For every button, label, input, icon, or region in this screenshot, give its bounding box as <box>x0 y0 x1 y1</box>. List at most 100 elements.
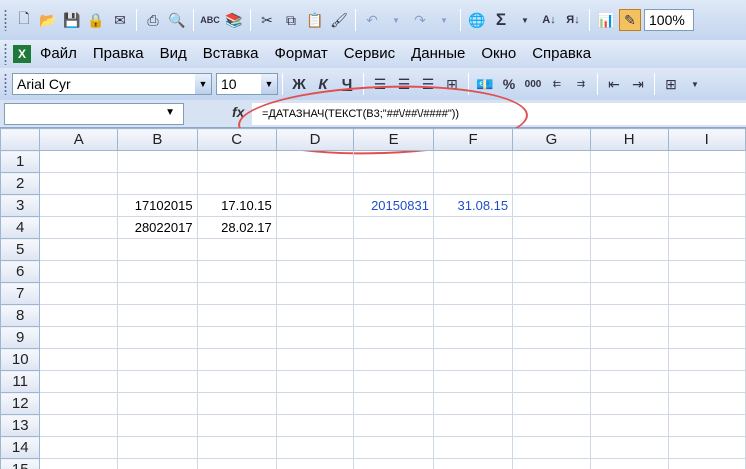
cell-a3[interactable] <box>39 194 119 217</box>
cell-f7[interactable] <box>432 282 514 305</box>
cell-e7[interactable] <box>353 282 434 305</box>
row-header[interactable]: 14 <box>0 436 41 459</box>
cell-e15[interactable] <box>353 458 434 469</box>
cell-e14[interactable] <box>353 436 434 459</box>
column-header[interactable]: C <box>196 128 277 151</box>
cell-f3[interactable]: 31.08.15 <box>432 194 514 217</box>
percent-button[interactable]: % <box>498 73 520 95</box>
cell-b3[interactable]: 17102015 <box>117 194 198 217</box>
column-header[interactable]: I <box>667 128 746 151</box>
menu-view[interactable]: Вид <box>152 40 195 68</box>
cell-a5[interactable] <box>39 238 119 261</box>
cell-e6[interactable] <box>353 260 434 283</box>
row-header[interactable]: 4 <box>0 216 41 239</box>
cell-i2[interactable] <box>667 172 746 195</box>
cell-d4[interactable] <box>275 216 355 239</box>
cell-g5[interactable] <box>512 238 591 261</box>
cell-e11[interactable] <box>353 370 434 393</box>
cell-b14[interactable] <box>117 436 198 459</box>
cell-d3[interactable] <box>275 194 355 217</box>
cell-g13[interactable] <box>512 414 591 437</box>
cell-a11[interactable] <box>39 370 119 393</box>
cell-h14[interactable] <box>589 436 669 459</box>
cell-h7[interactable] <box>589 282 669 305</box>
cell-h1[interactable] <box>589 150 669 173</box>
cell-c11[interactable] <box>196 370 277 393</box>
cell-f12[interactable] <box>432 392 514 415</box>
cell-h8[interactable] <box>589 304 669 327</box>
row-header[interactable]: 9 <box>0 326 41 349</box>
cell-a7[interactable] <box>39 282 119 305</box>
format-painter-icon[interactable]: 🖌 <box>328 9 350 31</box>
cell-e12[interactable] <box>353 392 434 415</box>
merge-center-icon[interactable]: ⊞ <box>441 73 463 95</box>
cell-i3[interactable] <box>667 194 746 217</box>
cell-a15[interactable] <box>39 458 119 469</box>
print-preview-icon[interactable]: 🔍 <box>166 9 188 31</box>
row-header[interactable]: 8 <box>0 304 41 327</box>
decrease-decimal-icon[interactable]: ⇉ <box>570 73 592 95</box>
cell-f15[interactable] <box>432 458 514 469</box>
row-header[interactable]: 3 <box>0 194 41 217</box>
email-icon[interactable]: ✉ <box>109 9 131 31</box>
toolbar-grip[interactable] <box>4 9 7 31</box>
sort-ascending-icon[interactable]: A↓ <box>538 9 560 31</box>
cell-e4[interactable] <box>353 216 434 239</box>
research-icon[interactable]: 📚 <box>223 9 245 31</box>
row-header[interactable]: 1 <box>0 150 41 173</box>
excel-app-icon[interactable]: X <box>13 45 31 63</box>
cell-b11[interactable] <box>117 370 198 393</box>
cell-e3[interactable]: 20150831 <box>353 194 434 217</box>
cell-b9[interactable] <box>117 326 198 349</box>
cell-d14[interactable] <box>275 436 355 459</box>
cell-f1[interactable] <box>432 150 514 173</box>
cell-a8[interactable] <box>39 304 119 327</box>
increase-indent-icon[interactable]: ⇥ <box>627 73 649 95</box>
cell-c14[interactable] <box>196 436 277 459</box>
cell-g15[interactable] <box>512 458 591 469</box>
formula-input[interactable]: =ДАТАЗНАЧ(ТЕКСТ(B3;"##\/##\/####")) <box>252 103 746 125</box>
cell-i1[interactable] <box>667 150 746 173</box>
undo-icon[interactable]: ↶ <box>361 9 383 31</box>
cell-d9[interactable] <box>275 326 355 349</box>
cell-a4[interactable] <box>39 216 119 239</box>
align-left-icon[interactable]: ☰ <box>369 73 391 95</box>
cell-c1[interactable] <box>196 150 277 173</box>
cell-b10[interactable] <box>117 348 198 371</box>
cell-d5[interactable] <box>275 238 355 261</box>
cell-b1[interactable] <box>117 150 198 173</box>
decrease-indent-icon[interactable]: ⇤ <box>603 73 625 95</box>
copy-icon[interactable]: ⧉ <box>280 9 302 31</box>
cell-i7[interactable] <box>667 282 746 305</box>
cell-d1[interactable] <box>275 150 355 173</box>
align-right-icon[interactable]: ☰ <box>417 73 439 95</box>
cell-f10[interactable] <box>432 348 514 371</box>
column-header[interactable]: A <box>39 128 119 151</box>
row-header[interactable]: 5 <box>0 238 41 261</box>
cell-a12[interactable] <box>39 392 119 415</box>
menu-tools[interactable]: Сервис <box>336 40 403 68</box>
cell-h12[interactable] <box>589 392 669 415</box>
cell-f14[interactable] <box>432 436 514 459</box>
cell-e8[interactable] <box>353 304 434 327</box>
cell-b8[interactable] <box>117 304 198 327</box>
chart-wizard-icon[interactable]: 📊 <box>595 9 617 31</box>
cell-f5[interactable] <box>432 238 514 261</box>
increase-decimal-icon[interactable]: ⇇ <box>546 73 568 95</box>
column-header[interactable]: F <box>432 128 514 151</box>
column-header[interactable]: E <box>353 128 434 151</box>
cut-icon[interactable]: ✂ <box>256 9 278 31</box>
cell-d6[interactable] <box>275 260 355 283</box>
cell-g12[interactable] <box>512 392 591 415</box>
underline-button[interactable]: Ч <box>336 73 358 95</box>
cell-b15[interactable] <box>117 458 198 469</box>
cell-c2[interactable] <box>196 172 277 195</box>
cell-c9[interactable] <box>196 326 277 349</box>
row-header[interactable]: 11 <box>0 370 41 393</box>
menu-window[interactable]: Окно <box>473 40 524 68</box>
cell-a9[interactable] <box>39 326 119 349</box>
cell-h11[interactable] <box>589 370 669 393</box>
cell-i11[interactable] <box>667 370 746 393</box>
autosum-dropdown-icon[interactable]: ▼ <box>514 9 536 31</box>
cell-c3[interactable]: 17.10.15 <box>196 194 277 217</box>
